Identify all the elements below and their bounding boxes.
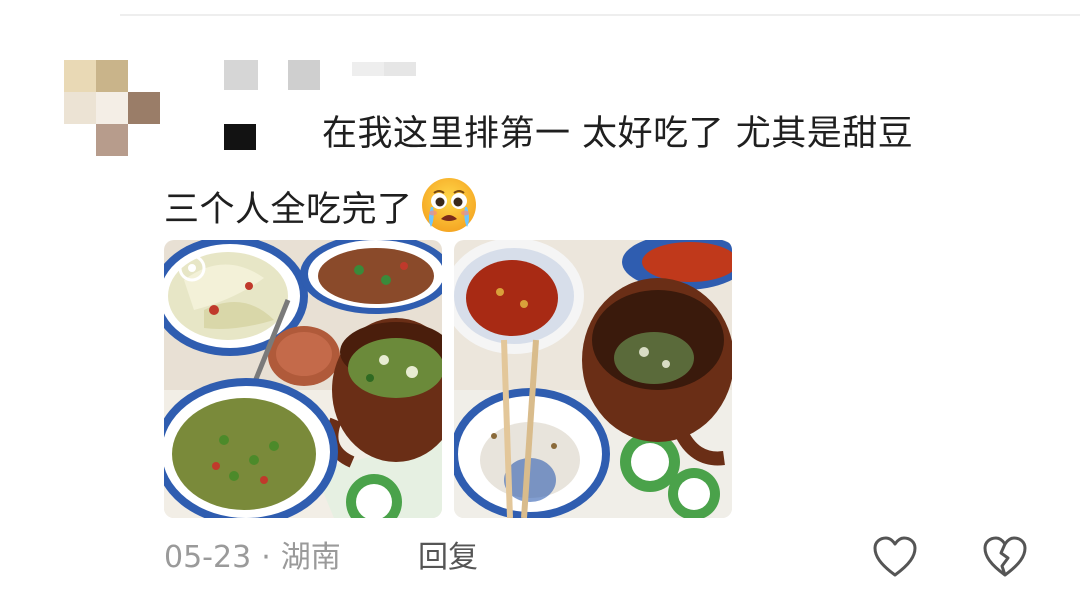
comment-line-1: 在我这里排第一 太好吃了 尤其是甜豆 [322, 114, 914, 154]
broken-heart-icon[interactable] [982, 535, 1028, 579]
crying-face-emoji-icon [421, 178, 476, 232]
comment-date: 05-23 [164, 540, 252, 575]
food-photo-1[interactable] [164, 240, 442, 518]
comment-body: 在我这里排第一 太好吃了 尤其是甜豆 三个人全吃完了 [164, 96, 1024, 248]
avatar[interactable] [64, 60, 160, 156]
comment-meta: 05-23 · 湖南 [164, 534, 341, 582]
reply-button[interactable]: 回复 [418, 534, 478, 582]
divider [120, 14, 1080, 16]
food-photo-2[interactable] [454, 240, 732, 518]
heart-outline-icon[interactable] [872, 535, 918, 579]
meta-separator: · [261, 540, 271, 575]
comment-line-2: 三个人全吃完了 [164, 190, 413, 230]
comment-location: 湖南 [280, 540, 341, 575]
